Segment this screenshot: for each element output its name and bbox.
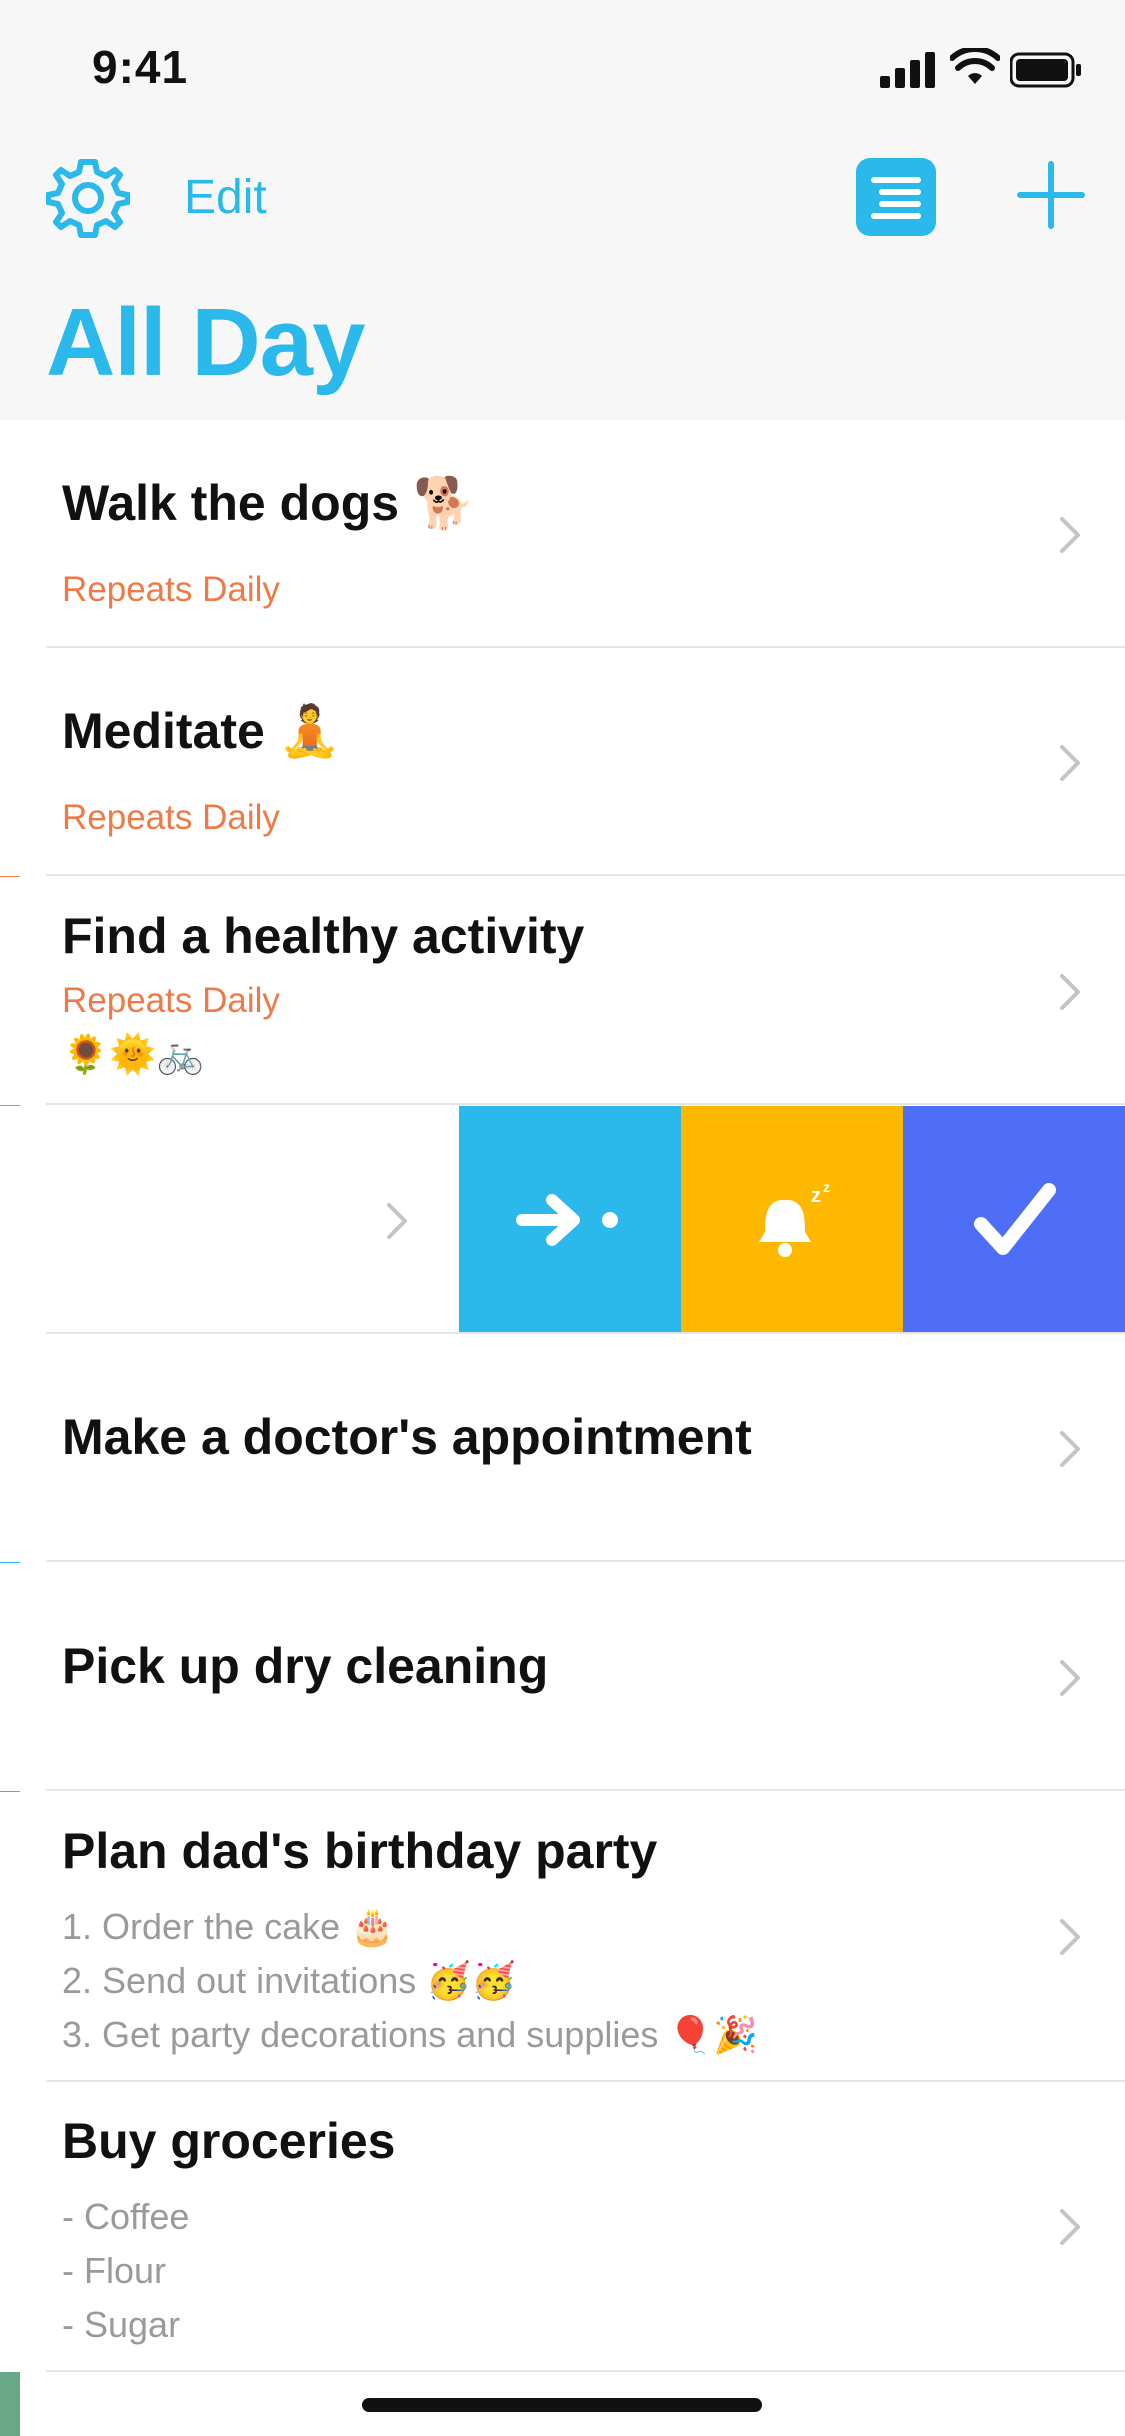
list-icon <box>871 177 921 219</box>
task-row[interactable]: Walk the dogs 🐕 Repeats Daily <box>0 420 1125 648</box>
task-row[interactable]: Find a healthy activity Repeats Daily 🌻🌞… <box>0 877 1125 1105</box>
bell-snooze-icon: z z <box>759 1179 830 1257</box>
divider <box>46 1789 1125 1791</box>
chevron-right-icon <box>1060 2209 1080 2245</box>
task-row[interactable]: Make a doctor's appointment <box>0 1334 1125 1562</box>
chevron-right-icon <box>387 1203 407 1239</box>
task-title: Make a doctor's appointment <box>62 1409 752 1465</box>
task-note: 2. Send out invitations 🥳🥳 <box>62 1960 516 2001</box>
task-title: Find a healthy activity <box>62 908 585 964</box>
task-repeat-label: Repeats Daily <box>62 798 280 837</box>
chevron-right-icon <box>1060 745 1080 781</box>
list-view-button[interactable] <box>856 158 936 236</box>
gear-icon[interactable] <box>46 156 130 240</box>
task-row[interactable]: Plan dad's birthday party 1. Order the c… <box>0 1792 1125 2082</box>
swiped-task-row[interactable]: z z <box>0 1106 1125 1334</box>
arrow-move-icon <box>516 1194 618 1246</box>
task-emojis: 🌻🌞🚲 <box>62 1034 204 1076</box>
task-title: Meditate 🧘 <box>62 703 341 759</box>
svg-text:z: z <box>811 1185 821 1207</box>
task-row[interactable]: Meditate 🧘 Repeats Daily <box>0 648 1125 876</box>
task-row[interactable]: Buy groceries - Coffee - Flour - Sugar <box>0 2082 1125 2372</box>
status-bar: 9:41 <box>0 0 1125 136</box>
chevron-right-icon <box>1060 974 1080 1010</box>
task-note: - Flour <box>62 2250 167 2291</box>
add-task-icon[interactable] <box>1016 160 1086 230</box>
complete-action-button[interactable] <box>903 1106 1125 1334</box>
task-note: 1. Order the cake 🎂 <box>62 1906 395 1947</box>
chevron-right-icon <box>1060 1660 1080 1696</box>
divider <box>46 1103 1125 1105</box>
checkmark-icon <box>974 1183 1056 1255</box>
divider <box>46 1560 1125 1562</box>
task-title: Plan dad's birthday party <box>62 1823 658 1879</box>
home-indicator[interactable] <box>362 2398 762 2412</box>
task-row[interactable]: Pick up dry cleaning <box>0 1563 1125 1791</box>
chevron-right-icon <box>1060 1431 1080 1467</box>
task-title: Pick up dry cleaning <box>62 1638 549 1694</box>
svg-text:z: z <box>823 1179 830 1195</box>
chevron-right-icon <box>1060 1919 1080 1955</box>
chevron-right-icon <box>1060 517 1080 553</box>
status-time: 9:41 <box>92 41 189 93</box>
wifi-icon <box>950 48 1000 84</box>
task-note: - Sugar <box>62 2304 181 2345</box>
battery-icon <box>1010 52 1081 88</box>
task-note: 3. Get party decorations and supplies 🎈🎉 <box>62 2014 759 2055</box>
divider <box>46 2370 1125 2372</box>
task-title: Walk the dogs 🐕 <box>62 475 476 531</box>
page-title: All Day <box>46 289 365 396</box>
snooze-action-button[interactable]: z z <box>681 1106 903 1334</box>
task-title: Buy groceries <box>62 2113 396 2169</box>
top-bar: 9:41 Edit All Day <box>0 0 1125 420</box>
task-repeat-label: Repeats Daily <box>62 981 280 1020</box>
task-repeat-label: Repeats Daily <box>62 570 280 609</box>
edit-button[interactable]: Edit <box>184 170 267 225</box>
move-action-button[interactable] <box>459 1106 681 1334</box>
divider <box>46 874 1125 876</box>
task-note: - Coffee <box>62 2196 190 2237</box>
signal-icon <box>880 52 935 88</box>
